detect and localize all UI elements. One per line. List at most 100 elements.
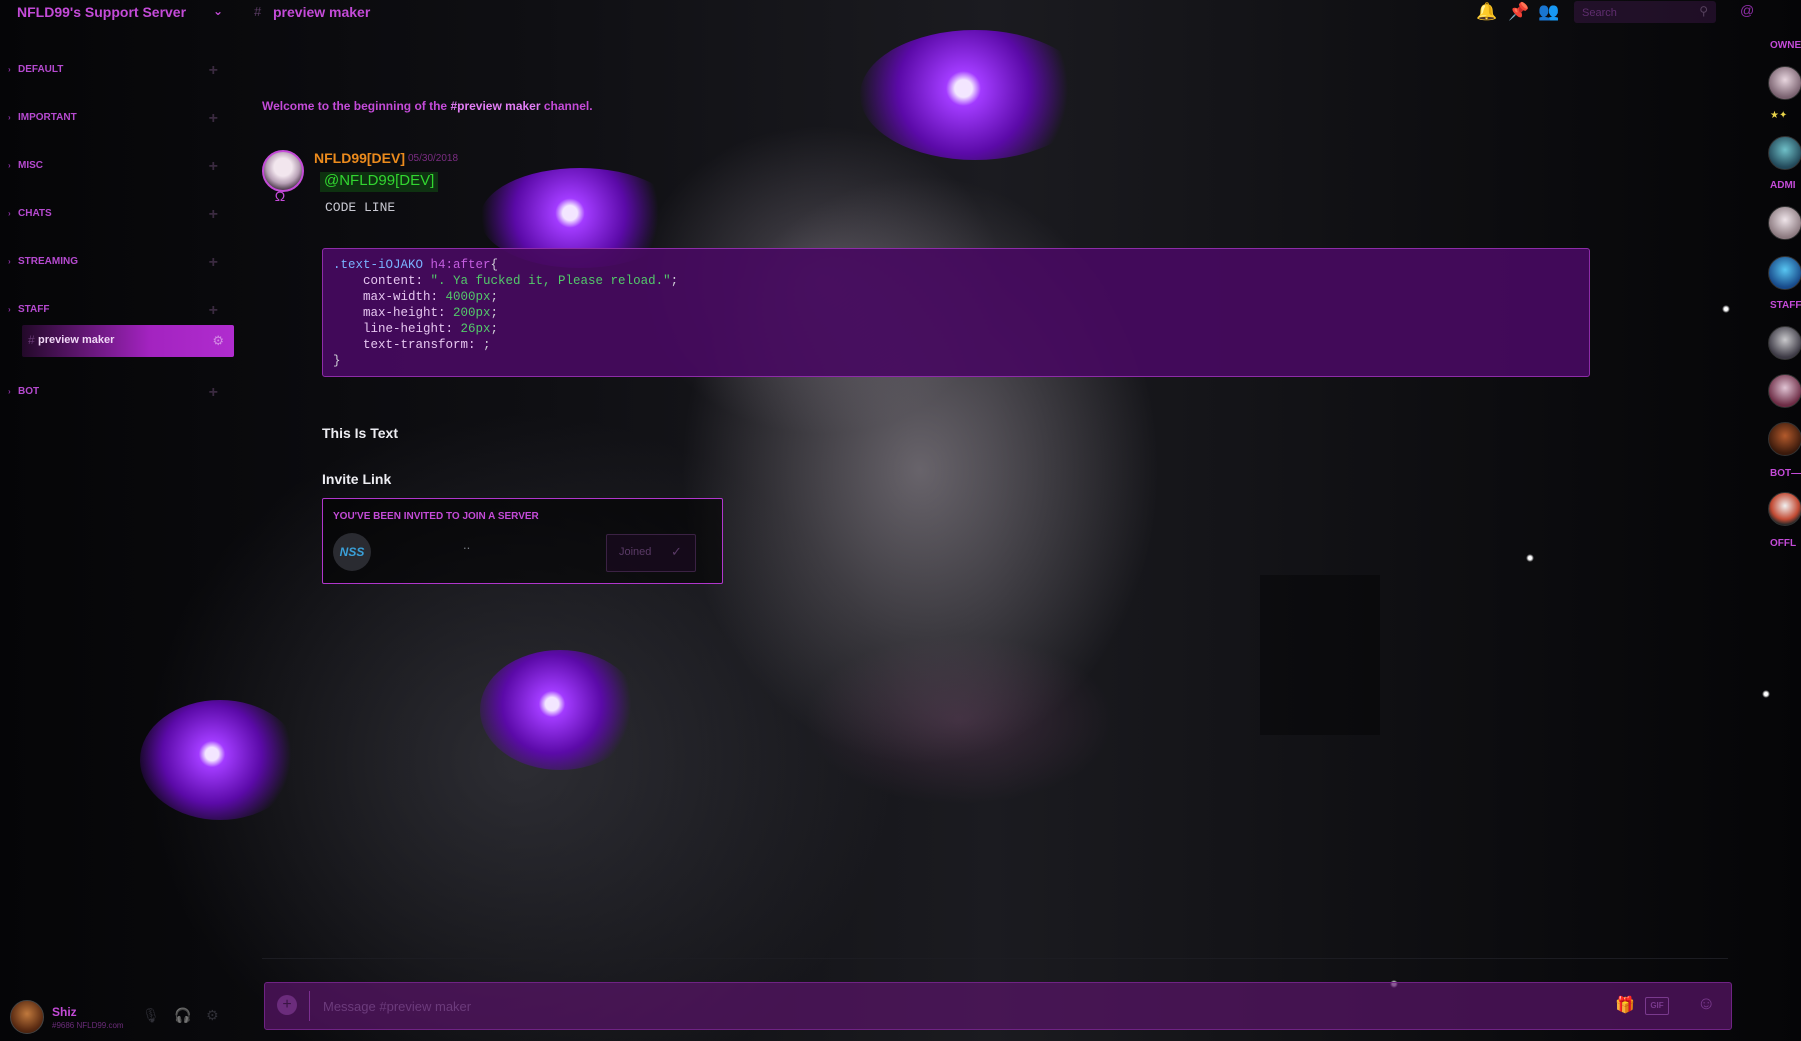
caret-icon: ›: [8, 65, 11, 74]
avatar[interactable]: [10, 1000, 44, 1034]
code-property: max-width:: [333, 290, 446, 304]
welcome-prefix: Welcome to the beginning of the: [262, 99, 451, 113]
category-important[interactable]: › IMPORTANT +: [8, 110, 218, 130]
channel-preview-maker[interactable]: # preview maker ⚙: [22, 325, 234, 357]
add-channel-icon[interactable]: +: [209, 302, 218, 320]
caret-icon: ›: [8, 209, 11, 218]
gear-icon[interactable]: ⚙: [206, 1007, 219, 1024]
member-group-header: OFFL: [1770, 538, 1797, 549]
chevron-down-icon[interactable]: ⌄: [213, 4, 223, 18]
code-value: 200px: [453, 306, 491, 320]
caret-icon: ›: [8, 257, 11, 266]
code-semicolon: ;: [490, 306, 499, 320]
add-channel-icon[interactable]: +: [209, 158, 218, 176]
joined-label: Joined: [619, 546, 652, 558]
upload-plus-icon[interactable]: +: [277, 995, 297, 1015]
code-selector: .text-iOJAKO: [333, 258, 424, 272]
code-property: max-height:: [333, 306, 454, 320]
category-label: STREAMING: [18, 256, 78, 267]
category-label: IMPORTANT: [18, 112, 77, 123]
channel-sidebar: NFLD99's Support Server ⌄ › DEFAULT + › IM…: [0, 0, 240, 1041]
add-channel-icon[interactable]: +: [209, 110, 218, 128]
member-group-header: BOT—: [1770, 468, 1801, 479]
headphones-icon[interactable]: 🎧: [174, 1007, 191, 1024]
sparkle-decoration: [1526, 554, 1534, 562]
mute-microphone-icon[interactable]: 🎙: [142, 1007, 160, 1024]
members-icon[interactable]: 👥: [1538, 2, 1559, 22]
channel-welcome: Welcome to the beginning of the #preview…: [262, 99, 593, 113]
search-input[interactable]: [1580, 3, 1684, 23]
caret-icon: ›: [8, 113, 11, 122]
headset-badge-icon: Ω: [274, 188, 286, 204]
category-label: DEFAULT: [18, 64, 64, 75]
divider: [309, 991, 310, 1021]
gift-icon[interactable]: 🎁: [1615, 995, 1635, 1015]
avatar[interactable]: [1768, 136, 1801, 170]
category-chats[interactable]: › CHATS +: [8, 206, 218, 226]
code-semicolon: ;: [670, 274, 679, 288]
caret-icon: ›: [8, 387, 11, 396]
category-staff[interactable]: › STAFF +: [8, 302, 218, 322]
code-property: text-transform:: [333, 338, 484, 352]
add-channel-icon[interactable]: +: [209, 62, 218, 80]
sparkle-decoration: [1722, 305, 1730, 313]
category-label: CHATS: [18, 208, 52, 219]
search-box[interactable]: ⚲: [1574, 1, 1716, 23]
server-icon[interactable]: NSS: [333, 533, 371, 571]
code-block: .text-iOJAKO h4:after{ content: ". Ya fu…: [322, 248, 1590, 377]
gif-icon[interactable]: GIF: [1645, 997, 1669, 1015]
caret-icon: ›: [8, 305, 11, 314]
server-name: NFLD99's Support Server: [17, 4, 187, 20]
member-group-header: STAFF: [1770, 300, 1801, 311]
avatar[interactable]: [1768, 492, 1801, 526]
hash-icon: #: [28, 333, 35, 347]
category-streaming[interactable]: › STREAMING +: [8, 254, 218, 274]
pin-icon[interactable]: 📌: [1508, 2, 1529, 22]
code-semicolon: ;: [483, 338, 491, 352]
bell-icon[interactable]: 🔔: [1476, 2, 1497, 22]
code-line: .text-iOJAKO h4:after{: [333, 257, 498, 273]
avatar[interactable]: [1768, 206, 1801, 240]
channel-title: preview maker: [273, 4, 371, 20]
gear-icon[interactable]: ⚙: [212, 333, 224, 349]
emoji-icon[interactable]: ☺: [1697, 993, 1715, 1014]
search-icon[interactable]: ⚲: [1699, 4, 1708, 18]
add-channel-icon[interactable]: +: [209, 206, 218, 224]
user-mention[interactable]: @NFLD99[DEV]: [320, 172, 439, 192]
avatar[interactable]: [1768, 256, 1801, 290]
divider: [262, 958, 1728, 959]
category-label: STAFF: [18, 304, 50, 315]
message-author[interactable]: NFLD99[DEV]: [314, 150, 405, 166]
avatar[interactable]: [1768, 326, 1801, 360]
add-channel-icon[interactable]: +: [209, 384, 218, 402]
code-value: 26px: [460, 322, 491, 336]
category-misc[interactable]: › MISC +: [8, 158, 218, 178]
joined-button[interactable]: Joined ✓: [606, 534, 696, 572]
message-timestamp: 05/30/2018: [408, 153, 459, 164]
code-semicolon: ;: [490, 322, 499, 336]
add-channel-icon[interactable]: +: [209, 254, 218, 272]
code-line: line-height: 26px;: [333, 321, 498, 337]
code-property: content:: [333, 274, 431, 288]
message-input[interactable]: [321, 991, 1525, 1021]
avatar[interactable]: [262, 150, 304, 192]
server-name-header[interactable]: NFLD99's Support Server ⌄: [17, 4, 227, 20]
inline-code: CODE LINE: [325, 200, 396, 215]
channel-header: # preview maker 🔔 📌 👥 ⚲ @: [240, 0, 1760, 28]
welcome-suffix: channel.: [540, 99, 593, 113]
member-group-header: ADMI: [1770, 180, 1796, 191]
shadow-panel: [1260, 575, 1380, 735]
invite-title: YOU'VE BEEN INVITED TO JOIN A SERVER: [333, 511, 539, 522]
category-default[interactable]: › DEFAULT +: [8, 62, 218, 82]
avatar[interactable]: [1768, 66, 1801, 100]
category-bot[interactable]: › BOT +: [8, 384, 218, 404]
mention-icon[interactable]: @: [1740, 2, 1754, 18]
welcome-channel-link[interactable]: #preview maker: [450, 99, 540, 113]
code-brace: {: [490, 258, 499, 272]
invite-card: YOU'VE BEEN INVITED TO JOIN A SERVER NSS…: [322, 498, 723, 584]
avatar[interactable]: [1768, 374, 1801, 408]
code-line: content: ". Ya fucked it, Please reload.…: [333, 273, 678, 289]
code-tag: h4:after: [423, 258, 491, 272]
user-name: Shiz: [52, 1005, 77, 1019]
avatar[interactable]: [1768, 422, 1801, 456]
